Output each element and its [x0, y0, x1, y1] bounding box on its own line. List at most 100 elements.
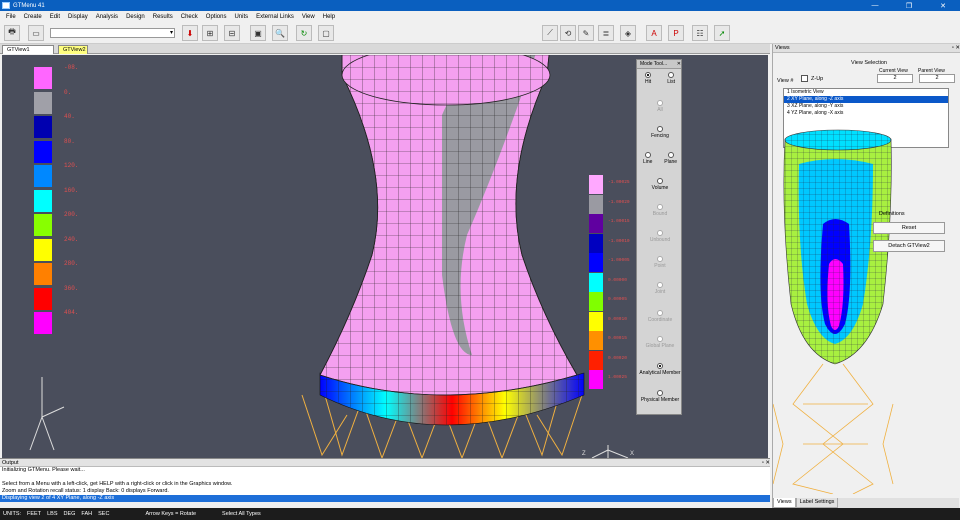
tab-gtview2[interactable]: GTView2	[58, 45, 88, 54]
right-legend-swatch	[589, 253, 603, 272]
menu-display[interactable]: Display	[64, 14, 92, 20]
menu-design[interactable]: Design	[122, 14, 149, 20]
edit-icon[interactable]: ✎	[578, 25, 594, 41]
radio-coordinate-label: Coordinate	[647, 317, 673, 323]
label-p-icon[interactable]: P	[668, 25, 684, 41]
radio-unbound[interactable]: Unbound	[637, 230, 683, 243]
menu-check[interactable]: Check	[177, 14, 202, 20]
radio-physical-member[interactable]: Physical Member	[637, 390, 683, 403]
radio-hit[interactable]: Hit	[645, 72, 651, 85]
status-fah[interactable]: FAH	[78, 511, 95, 517]
menu-edit[interactable]: Edit	[46, 14, 64, 20]
tab-gtview1[interactable]: GTView1	[2, 45, 54, 54]
radio-line[interactable]: Line	[643, 152, 652, 165]
save-icon[interactable]: ▭	[28, 25, 44, 41]
radio-bound-dot	[657, 204, 663, 210]
draw-icon[interactable]: ⟋	[542, 25, 558, 41]
menu-view[interactable]: View	[298, 14, 319, 20]
print-icon[interactable]: 🖶	[4, 25, 20, 41]
radio-volume[interactable]: Volume	[637, 178, 683, 191]
radio-plane-dot	[667, 152, 674, 158]
selection-icon[interactable]: ◈	[620, 25, 636, 41]
output-line: Select from a Menu with a left-click, ge…	[2, 481, 233, 487]
view-thumbnail	[773, 104, 959, 494]
menu-results[interactable]: Results	[149, 14, 177, 20]
status-lbs[interactable]: LBS	[44, 511, 60, 517]
redraw-icon[interactable]: ▢	[318, 25, 334, 41]
window-title: GTMenu 41	[13, 2, 45, 9]
menu-external-links[interactable]: External Links	[252, 14, 298, 20]
radio-coordinate[interactable]: Coordinate	[637, 310, 683, 323]
status-select-types: Select All Types	[222, 511, 261, 517]
window-icon[interactable]: ▣	[250, 25, 266, 41]
radio-all-dot	[657, 100, 663, 106]
status-sec[interactable]: SEC	[95, 511, 112, 517]
radio-physical-member-label: Physical Member	[640, 397, 680, 403]
mode-toolbar-close[interactable]: ✕	[677, 61, 681, 67]
radio-analytical-member[interactable]: Analytical Member	[637, 363, 683, 376]
radio-list[interactable]: List	[667, 72, 675, 85]
toolbar: 🖶 ▭ ▾ ⬇ ⊞ ⊟ ▣ 🔍 ↻ ▢ ⟋ ⟲ ✎ ≣ ◈ A P ☷ ➚	[0, 22, 960, 44]
radio-bound-label: Bound	[652, 211, 668, 217]
radio-plane[interactable]: Plane	[664, 152, 677, 165]
tab-label-settings[interactable]: Label Settings	[795, 498, 839, 508]
maximize-button[interactable]: ❐	[892, 0, 926, 11]
label-a-icon[interactable]: A	[646, 25, 662, 41]
minimize-button[interactable]: —	[858, 0, 892, 11]
right-legend-swatch	[589, 331, 603, 350]
radio-plane-label: Plane	[664, 159, 678, 165]
output-panel: Output ▫ ✕ Initializing GTMenu. Please w…	[0, 458, 770, 502]
radio-joint-label: Joint	[654, 289, 666, 295]
tab-views[interactable]: Views	[773, 498, 796, 508]
output-line-selected: Displaying view 2 of 4 XY Plane, along -…	[0, 495, 770, 502]
radio-analytical-member-dot	[657, 363, 663, 369]
right-legend-label: -1.00015	[608, 219, 630, 224]
menu-help[interactable]: Help	[319, 14, 339, 20]
parent-view-field[interactable]: 2	[919, 74, 955, 83]
right-legend-swatch	[589, 370, 603, 389]
view-number-label: View #	[777, 78, 794, 84]
mode-toolbar-panel: Mode Tool... ✕ Hit List All Fencing Line…	[636, 59, 682, 415]
radio-unbound-label: Unbound	[649, 237, 671, 243]
views-controls[interactable]: ▫ ✕	[952, 45, 960, 51]
radio-point[interactable]: Point	[637, 256, 683, 269]
curve-icon[interactable]: ⟲	[560, 25, 576, 41]
radio-fencing-dot	[657, 126, 663, 132]
radio-all[interactable]: All	[637, 100, 683, 113]
chevron-down-icon: ▾	[169, 30, 173, 36]
radio-joint[interactable]: Joint	[637, 282, 683, 295]
views-header: Views ▫ ✕	[773, 44, 960, 53]
right-legend-label: 0.00000	[608, 277, 627, 283]
zup-checkbox[interactable]	[801, 75, 808, 82]
rotate-icon[interactable]: ↻	[296, 25, 312, 41]
radio-bound[interactable]: Bound	[637, 204, 683, 217]
reset-button[interactable]: Reset	[873, 222, 945, 234]
current-view-field[interactable]: 2	[877, 74, 913, 83]
pointer-icon[interactable]: ➚	[714, 25, 730, 41]
views-bottom-tabs: Views Label Settings	[773, 498, 959, 508]
properties-icon[interactable]: ☷	[692, 25, 708, 41]
output-controls[interactable]: ▫ ✕	[762, 460, 770, 466]
right-legend-swatch	[589, 214, 603, 233]
view-list-item-selected[interactable]: 2 XY Plane, along -Z axis	[784, 96, 948, 103]
menu-create[interactable]: Create	[20, 14, 46, 20]
status-feet[interactable]: FEET	[24, 511, 44, 517]
zoom-icon[interactable]: 🔍	[272, 25, 288, 41]
zup-label: Z-Up	[811, 76, 824, 82]
menu-analysis[interactable]: Analysis	[92, 14, 122, 20]
frame-alt-icon[interactable]: ⊟	[224, 25, 240, 41]
radio-fencing[interactable]: Fencing	[637, 126, 683, 139]
view-list-item[interactable]: 1 Isometric View	[784, 89, 948, 96]
menu-options[interactable]: Options	[202, 14, 231, 20]
frame-icon[interactable]: ⊞	[202, 25, 218, 41]
menu-file[interactable]: File	[2, 14, 20, 20]
detach-button[interactable]: Detach GTView2	[873, 240, 945, 252]
menu-units[interactable]: Units	[230, 14, 252, 20]
status-deg[interactable]: DEG	[61, 511, 79, 517]
radio-global-plane[interactable]: Global Plane	[637, 336, 683, 349]
close-button[interactable]: ✕	[926, 0, 960, 11]
arrow-down-icon[interactable]: ⬇	[182, 25, 198, 41]
layers-icon[interactable]: ≣	[598, 25, 614, 41]
command-combo[interactable]: ▾	[50, 28, 175, 38]
right-legend-swatch	[589, 350, 603, 370]
